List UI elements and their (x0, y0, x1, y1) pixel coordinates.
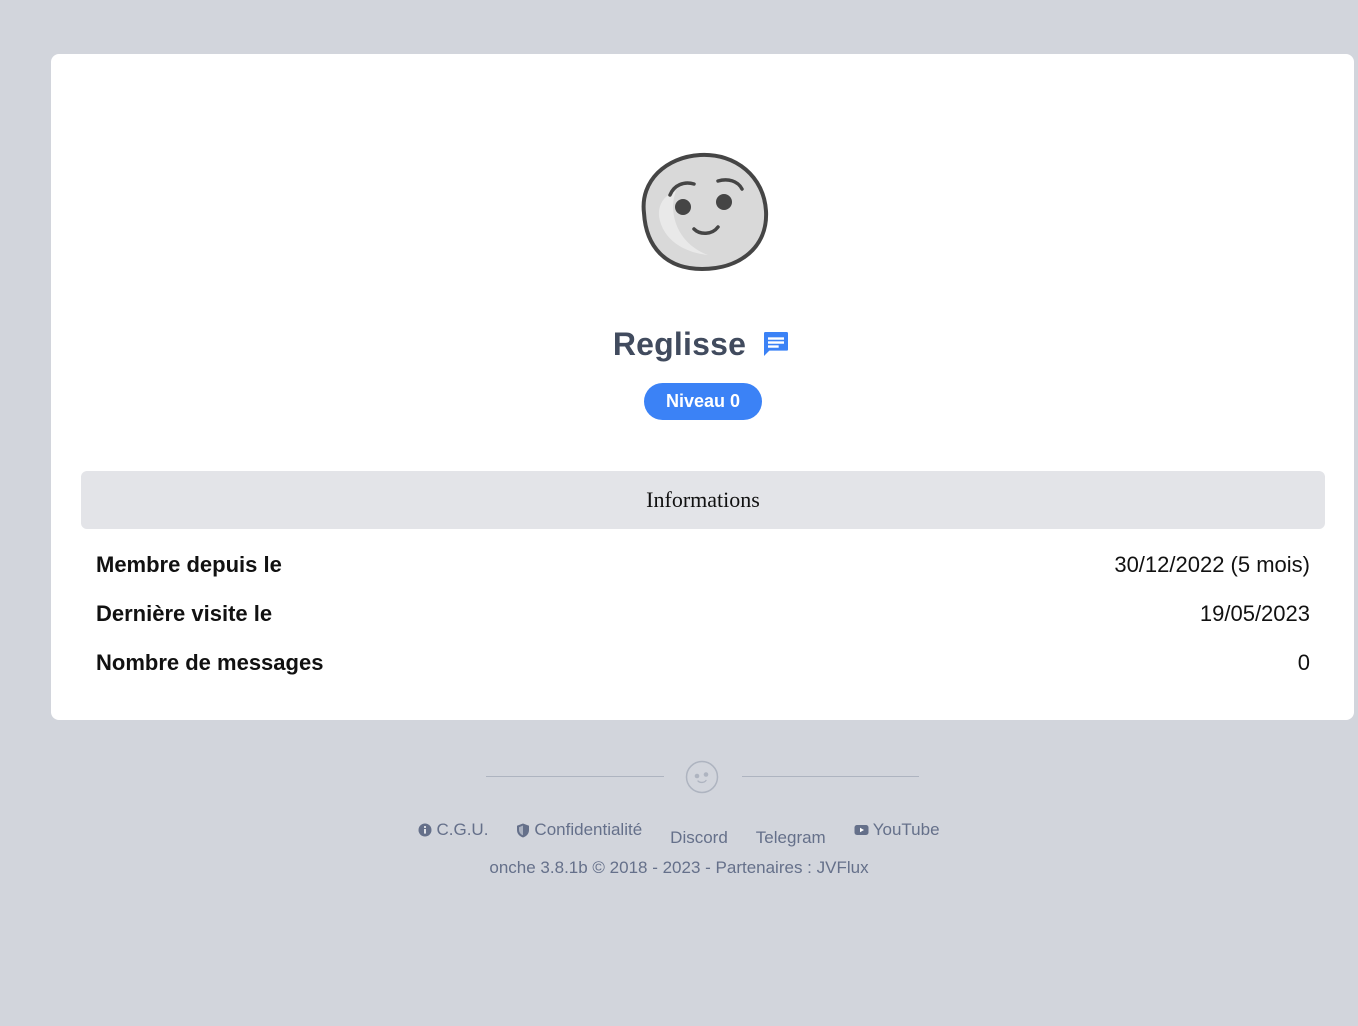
logo-icon (685, 760, 719, 794)
footer-links: C.G.U. Confidentialité Discord Telegram … (0, 820, 1358, 848)
info-row-message-count: Nombre de messages 0 (96, 648, 1310, 678)
youtube-icon (854, 825, 869, 835)
info-label: Dernière visite le (96, 601, 273, 626)
divider-line (486, 776, 664, 777)
username-row: Reglisse (51, 322, 1354, 366)
partner-link[interactable]: JVFlux (817, 858, 869, 877)
message-icon[interactable] (760, 328, 792, 360)
info-value: 30/12/2022 (5 mois) (1114, 552, 1310, 577)
footer-link-label: C.G.U. (436, 820, 489, 839)
footer-link-discord[interactable]: Discord (670, 828, 728, 848)
info-label: Membre depuis le (96, 552, 282, 577)
footer-link-label: Discord (670, 828, 728, 847)
footer-link-label: Telegram (755, 828, 826, 847)
footer-link-telegram[interactable]: Telegram (756, 828, 826, 848)
info-value: 0 (1297, 650, 1310, 675)
copyright-text: onche 3.8.1b © 2018 - 2023 - Partenaires… (489, 858, 817, 877)
footer-link-youtube[interactable]: YouTube (854, 820, 940, 840)
shield-icon (517, 823, 530, 837)
info-row-member-since: Membre depuis le 30/12/2022 (5 mois) (96, 550, 1310, 580)
info-label: Nombre de messages (96, 650, 324, 675)
footer-link-label: YouTube (872, 820, 940, 839)
username: Reglisse (612, 325, 747, 362)
copyright-line: onche 3.8.1b © 2018 - 2023 - Partenaires… (0, 858, 1358, 878)
divider-line (742, 776, 919, 777)
info-value: 19/05/2023 (1199, 601, 1310, 626)
profile-card: Reglisse Niveau 0 Informations Membre de… (51, 54, 1354, 720)
avatar (641, 152, 769, 272)
info-icon (418, 823, 432, 837)
footer-link-label: Confidentialité (534, 820, 643, 839)
footer-divider (486, 759, 919, 795)
footer-link-cgu[interactable]: C.G.U. (418, 820, 488, 840)
level-badge: Niveau 0 (644, 383, 762, 420)
info-section-title: Informations (81, 471, 1325, 529)
footer-link-privacy[interactable]: Confidentialité (516, 820, 642, 840)
info-row-last-visit: Dernière visite le 19/05/2023 (96, 599, 1310, 629)
